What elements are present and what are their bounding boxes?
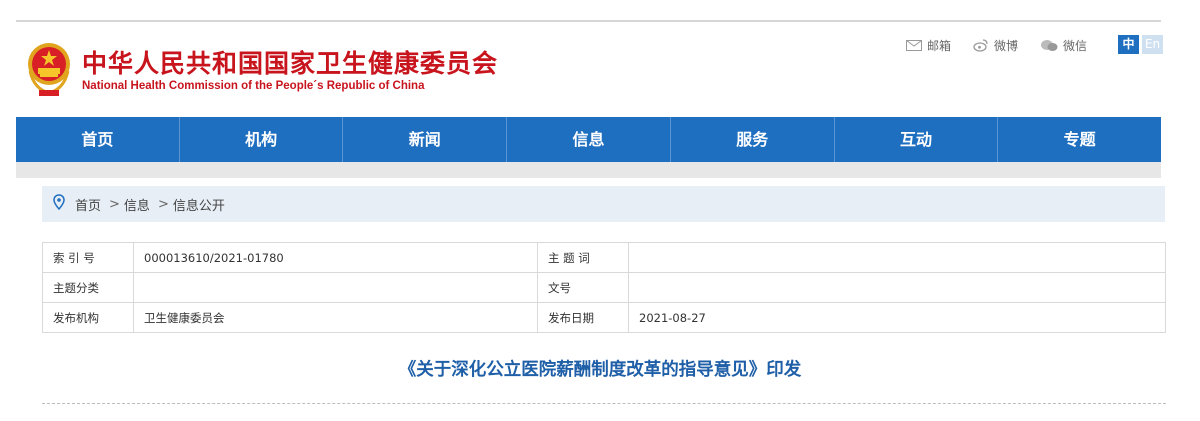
breadcrumb: 首页 > 信息 > 信息公开 [42, 186, 1165, 222]
weibo-label: 微博 [994, 38, 1019, 53]
document-metadata-table: 索 引 号 000013610/2021-01780 主 题 词 主题分类 文号… [42, 242, 1166, 333]
subject-keywords-label: 主 题 词 [537, 242, 629, 273]
breadcrumb-public-info[interactable]: 信息公开 [173, 195, 225, 214]
nav-item-interaction[interactable]: 互动 [835, 117, 999, 162]
table-row: 索 引 号 000013610/2021-01780 主 题 词 [42, 242, 1166, 273]
publisher-value: 卫生健康委员会 [133, 302, 538, 333]
nav-item-news[interactable]: 新闻 [343, 117, 508, 162]
article-title: 《关于深化公立医院薪酬制度改革的指导意见》印发 [398, 360, 802, 380]
publish-date-value: 2021-08-27 [628, 302, 1166, 333]
mail-icon [906, 39, 922, 51]
mail-link[interactable]: 邮箱 [906, 37, 951, 54]
wechat-label: 微信 [1063, 38, 1088, 53]
main-nav: 首页 机构 新闻 信息 服务 互动 专题 [16, 117, 1161, 162]
publish-date-label: 发布日期 [537, 302, 629, 333]
nav-item-home[interactable]: 首页 [16, 117, 180, 162]
breadcrumb-separator: > [157, 196, 169, 212]
nav-item-services[interactable]: 服务 [671, 117, 835, 162]
top-divider [16, 20, 1161, 22]
document-number-label: 文号 [537, 272, 629, 303]
weibo-icon [973, 38, 989, 52]
title-divider [42, 403, 1166, 404]
mail-label: 邮箱 [927, 38, 952, 53]
publisher-label: 发布机构 [42, 302, 134, 333]
document-number-value [628, 272, 1166, 303]
national-emblem-icon[interactable] [26, 41, 72, 99]
nav-item-topics[interactable]: 专题 [998, 117, 1161, 162]
wechat-icon [1040, 39, 1058, 52]
site-subtitle: National Health Commission of the People… [82, 80, 425, 92]
lang-en-button[interactable]: En [1142, 35, 1163, 54]
table-row: 发布机构 卫生健康委员会 发布日期 2021-08-27 [42, 302, 1166, 333]
breadcrumb-home[interactable]: 首页 [75, 195, 101, 214]
nav-bottom-strip [16, 162, 1161, 178]
table-row: 主题分类 文号 [42, 272, 1166, 303]
nav-item-information[interactable]: 信息 [507, 117, 671, 162]
location-pin-icon [53, 194, 65, 214]
wechat-link[interactable]: 微信 [1040, 37, 1087, 54]
subject-category-value [133, 272, 538, 303]
breadcrumb-information[interactable]: 信息 [124, 195, 150, 214]
weibo-link[interactable]: 微博 [973, 37, 1018, 54]
lang-zh-button[interactable]: 中 [1118, 35, 1139, 54]
index-number-label: 索 引 号 [42, 242, 134, 273]
subject-category-label: 主题分类 [42, 272, 134, 303]
nav-item-organization[interactable]: 机构 [180, 117, 344, 162]
site-title[interactable]: 中华人民共和国国家卫生健康委员会 [82, 44, 498, 80]
breadcrumb-separator: > [109, 196, 120, 212]
index-number-value: 000013610/2021-01780 [133, 242, 538, 273]
top-links: 邮箱 微博 微信 [906, 36, 1087, 54]
subject-keywords-value [628, 242, 1166, 273]
